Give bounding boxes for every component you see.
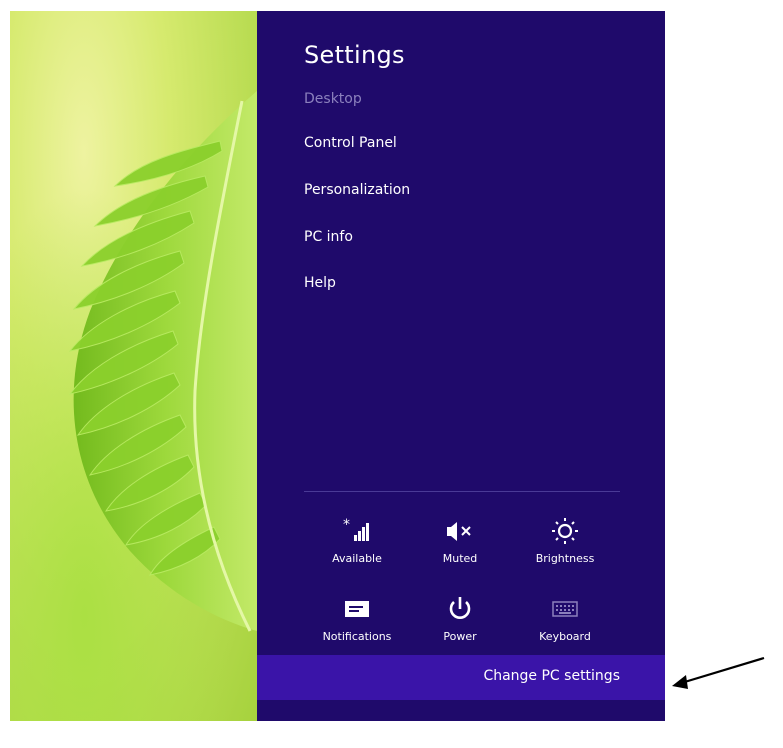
change-pc-settings-button[interactable]: Change PC settings — [257, 655, 665, 700]
network-label: Available — [332, 552, 382, 565]
volume-label: Muted — [442, 552, 478, 565]
menu-item-personalization[interactable]: Personalization — [304, 182, 410, 198]
keyboard-tile[interactable]: Keyboard — [525, 594, 605, 658]
power-icon — [449, 597, 471, 619]
keyboard-label: Keyboard — [539, 630, 591, 643]
change-pc-settings-label: Change PC settings — [483, 668, 620, 684]
network-signal-icon: * — [343, 517, 369, 541]
brightness-sun-icon — [552, 518, 578, 544]
settings-title: Settings — [304, 41, 405, 69]
settings-charm-panel: Settings Desktop Control Panel Personali… — [257, 11, 665, 721]
power-tile[interactable]: Power — [420, 594, 500, 658]
quick-settings-divider — [304, 491, 620, 492]
notifications-tile[interactable]: Notifications — [317, 594, 397, 658]
fern-leaf-image — [10, 11, 257, 721]
svg-text:*: * — [343, 517, 350, 533]
desktop-wallpaper — [10, 11, 257, 721]
notifications-label: Notifications — [322, 630, 392, 643]
menu-item-pc-info[interactable]: PC info — [304, 229, 353, 245]
brightness-label: Brightness — [535, 552, 595, 565]
volume-tile[interactable]: Muted — [420, 516, 500, 580]
screenshot-stage: Settings Desktop Control Panel Personali… — [0, 0, 783, 748]
speaker-muted-icon — [447, 522, 471, 541]
network-tile[interactable]: * Available — [317, 516, 397, 580]
menu-item-control-panel[interactable]: Control Panel — [304, 135, 397, 151]
notifications-icon — [345, 601, 369, 617]
power-label: Power — [443, 630, 477, 643]
keyboard-icon — [552, 601, 578, 617]
menu-item-desktop: Desktop — [304, 91, 362, 107]
menu-item-help[interactable]: Help — [304, 275, 336, 291]
brightness-tile[interactable]: Brightness — [525, 516, 605, 580]
annotation-arrow-icon — [672, 656, 765, 689]
